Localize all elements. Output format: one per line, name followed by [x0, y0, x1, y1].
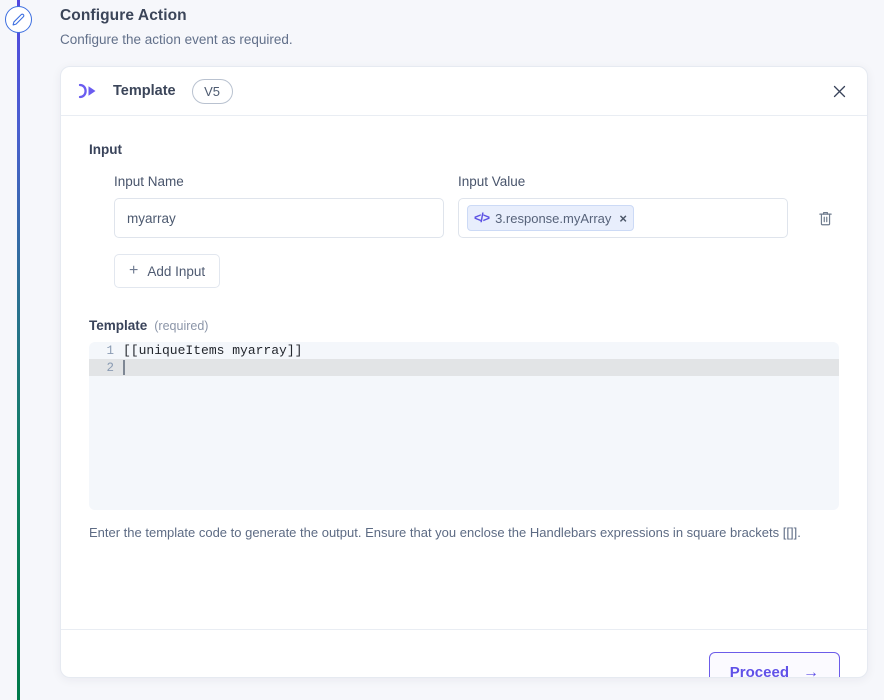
input-name-label: Input Name [114, 174, 184, 189]
template-section: Template (required) 1 [[uniqueItems myar… [89, 318, 839, 543]
code-icon: </> [474, 210, 490, 225]
configure-action-card: Template V5 Input Input Name Input Value [60, 66, 868, 678]
template-section-label: Template [89, 318, 148, 333]
version-badge: V5 [191, 78, 233, 104]
template-name: Template [113, 83, 176, 99]
binding-chip-label: 3.response.myArray [495, 210, 612, 226]
template-label-row: Template (required) [89, 318, 839, 333]
template-logo-icon [77, 81, 101, 101]
card-footer: Proceed → [61, 629, 867, 678]
page-title: Configure Action [60, 7, 187, 24]
timeline-line [17, 0, 20, 700]
chip-remove-icon[interactable]: × [619, 212, 627, 225]
line-number: 2 [106, 360, 114, 375]
input-row: Input Name Input Value </> 3.response.my… [89, 174, 839, 238]
card-header: Template V5 [61, 67, 867, 116]
page-header: Configure Action Configure the action ev… [60, 7, 870, 47]
binding-chip[interactable]: </> 3.response.myArray × [467, 205, 634, 231]
code-line-active: 2 [89, 359, 839, 376]
template-required-note: (required) [154, 319, 209, 333]
input-section: Input Input Name Input Value </> 3.respo… [89, 142, 839, 288]
input-value-column: Input Value </> 3.response.myArray × [458, 174, 788, 238]
input-name-column: Input Name [114, 174, 444, 238]
page-subtitle: Configure the action event as required. [60, 32, 293, 47]
template-helper-text: Enter the template code to generate the … [89, 525, 801, 540]
pencil-icon [12, 13, 25, 26]
add-input-label: Add Input [147, 263, 206, 279]
add-input-button[interactable]: + Add Input [114, 254, 221, 288]
arrow-right-icon: → [803, 663, 819, 678]
close-icon[interactable] [825, 77, 853, 105]
trash-icon[interactable] [812, 198, 838, 238]
input-value-field[interactable]: </> 3.response.myArray × [458, 198, 788, 238]
line-code: [[uniqueItems myarray]] [123, 343, 303, 358]
input-name-field[interactable] [114, 198, 444, 238]
plus-icon: + [129, 262, 139, 279]
card-body: Input Input Name Input Value </> 3.respo… [61, 116, 867, 629]
timeline-step-node[interactable] [5, 6, 32, 33]
line-code-active [123, 359, 839, 376]
proceed-button[interactable]: Proceed → [708, 651, 840, 678]
input-section-label: Input [89, 142, 122, 157]
code-line: 1 [[uniqueItems myarray]] [89, 342, 839, 359]
template-code-editor[interactable]: 1 [[uniqueItems myarray]] 2 [89, 342, 839, 510]
input-value-label: Input Value [458, 174, 526, 189]
proceed-label: Proceed [729, 664, 789, 678]
text-cursor [123, 359, 125, 375]
timeline-rail [0, 0, 38, 700]
line-number: 1 [106, 343, 114, 358]
